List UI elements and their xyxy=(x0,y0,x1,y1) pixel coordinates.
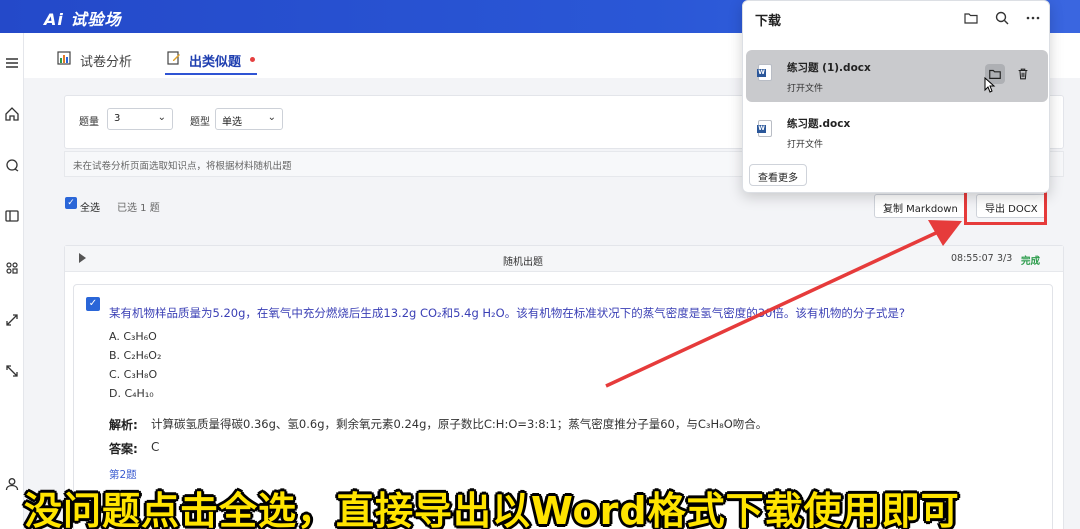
annotation-arrow xyxy=(605,220,962,388)
video-subtitle: 没问题点击全选，直接导出以Word格式下载使用即可 xyxy=(24,489,960,529)
